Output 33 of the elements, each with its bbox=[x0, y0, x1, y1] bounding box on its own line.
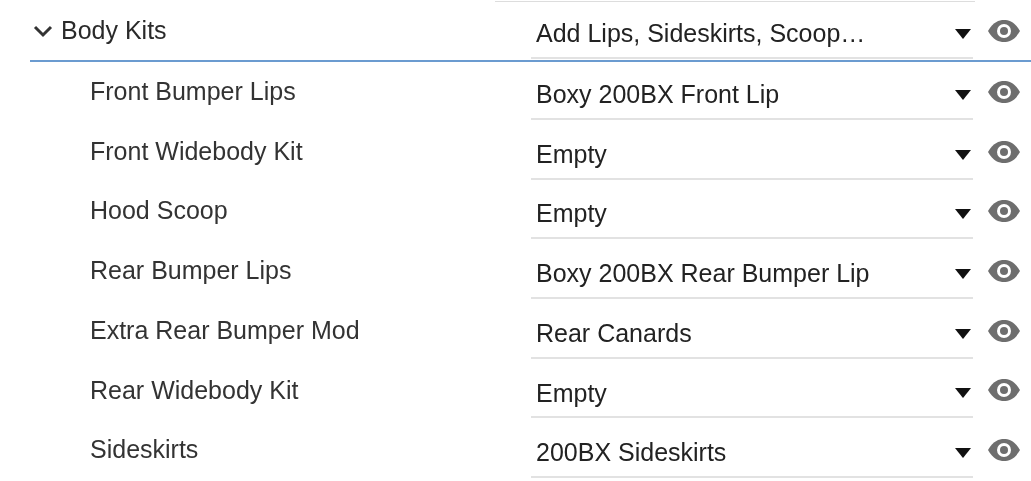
option-label: Extra Rear Bumper Mod bbox=[90, 314, 360, 346]
eye-icon[interactable] bbox=[987, 199, 1021, 224]
dropdown-select[interactable]: Empty bbox=[531, 370, 973, 419]
eye-icon[interactable] bbox=[987, 318, 1021, 343]
dropdown-caret-icon bbox=[955, 29, 971, 39]
dropdown-select[interactable]: Empty bbox=[531, 191, 973, 240]
dropdown-select[interactable]: Empty bbox=[531, 131, 973, 180]
chevron-down-icon[interactable] bbox=[33, 24, 53, 38]
dropdown-select[interactable]: Boxy 200BX Rear Bumper Lip bbox=[531, 250, 973, 299]
dropdown-caret-icon bbox=[955, 89, 971, 100]
option-label: Hood Scoop bbox=[90, 195, 228, 227]
option-label: Rear Bumper Lips bbox=[90, 255, 292, 287]
option-label: Front Bumper Lips bbox=[90, 76, 296, 108]
dropdown-caret-icon bbox=[955, 149, 971, 160]
dropdown-select[interactable]: Rear Canards bbox=[531, 310, 973, 359]
eye-icon[interactable] bbox=[987, 437, 1021, 462]
eye-icon[interactable] bbox=[987, 378, 1021, 403]
dropdown-select[interactable]: 200BX Sideskirts bbox=[531, 429, 973, 478]
option-label: Rear Widebody Kit bbox=[90, 374, 299, 406]
eye-icon[interactable] bbox=[987, 258, 1021, 283]
dropdown-select[interactable]: Boxy 200BX Front Lip bbox=[531, 71, 973, 120]
dropdown-caret-icon bbox=[955, 447, 971, 458]
option-label: Body Kits bbox=[61, 15, 167, 47]
eye-icon[interactable] bbox=[987, 79, 1021, 104]
dropdown-caret-icon bbox=[955, 209, 971, 220]
eye-icon[interactable] bbox=[987, 139, 1021, 164]
dropdown-select[interactable]: Add Lips, Sideskirts, Scoop… bbox=[531, 11, 973, 59]
dropdown-caret-icon bbox=[955, 328, 971, 339]
option-label: Sideskirts bbox=[90, 434, 199, 466]
eye-icon[interactable] bbox=[987, 19, 1021, 43]
dropdown-caret-icon bbox=[955, 268, 971, 279]
option-label: Front Widebody Kit bbox=[90, 135, 303, 167]
dropdown-caret-icon bbox=[955, 388, 971, 399]
